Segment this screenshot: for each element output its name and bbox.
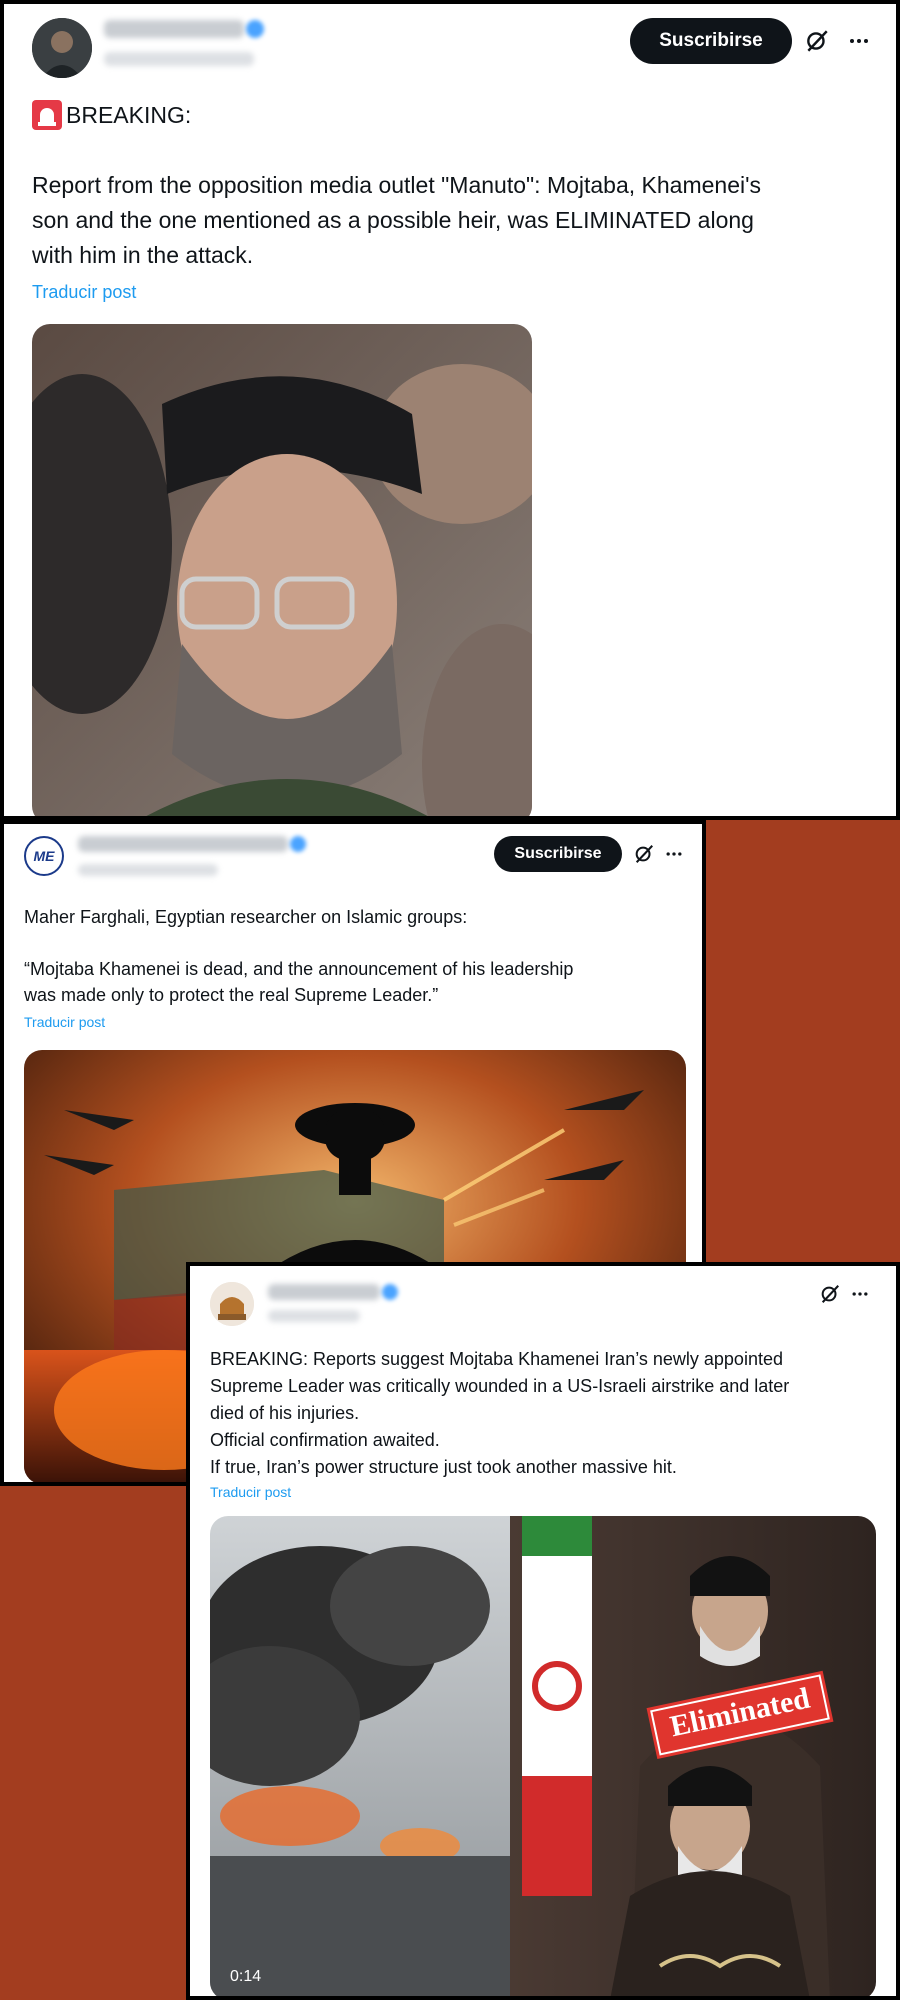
post-text: BREAKING: Reports suggest Mojtaba Khamen… (210, 1349, 790, 1477)
verified-badge-icon (382, 1284, 398, 1300)
grok-icon[interactable] (800, 24, 834, 58)
post-text: Maher Farghali, Egyptian researcher on I… (24, 907, 574, 1005)
video-duration: 0:14 (230, 1968, 262, 1985)
post-card-3: BREAKING: Reports suggest Mojtaba Khamen… (186, 1262, 900, 2000)
author-avatar[interactable] (32, 18, 92, 78)
author-avatar[interactable]: ME (24, 836, 64, 876)
siren-icon (32, 100, 62, 130)
author-handle[interactable] (268, 1310, 360, 1322)
subscribe-button[interactable]: Suscribirse (630, 18, 792, 64)
translate-link[interactable]: Traducir post (32, 282, 136, 303)
post-video[interactable]: Eliminated 0:14 (210, 1516, 876, 1996)
post-text: Report from the opposition media outlet … (32, 172, 762, 268)
post-card-1: Suscribirse BREAKING: Report from the op… (0, 0, 900, 820)
more-icon[interactable] (660, 840, 688, 868)
author-handle[interactable] (78, 864, 218, 876)
verified-badge-icon (290, 836, 306, 852)
grok-icon[interactable] (816, 1280, 844, 1308)
author-avatar[interactable] (210, 1282, 254, 1326)
translate-link[interactable]: Traducir post (24, 1014, 105, 1030)
author-name[interactable] (104, 20, 244, 38)
post-image[interactable] (32, 324, 532, 816)
translate-link[interactable]: Traducir post (210, 1484, 291, 1500)
breaking-label: BREAKING: (66, 102, 192, 128)
more-icon[interactable] (842, 24, 876, 58)
verified-badge-icon (246, 20, 264, 38)
subscribe-button[interactable]: Suscribirse (494, 836, 622, 872)
author-handle[interactable] (104, 52, 254, 66)
more-icon[interactable] (846, 1280, 874, 1308)
avatar-logo-text: ME (33, 848, 55, 864)
author-name[interactable] (268, 1284, 380, 1300)
author-name[interactable] (78, 836, 288, 852)
grok-icon[interactable] (630, 840, 658, 868)
